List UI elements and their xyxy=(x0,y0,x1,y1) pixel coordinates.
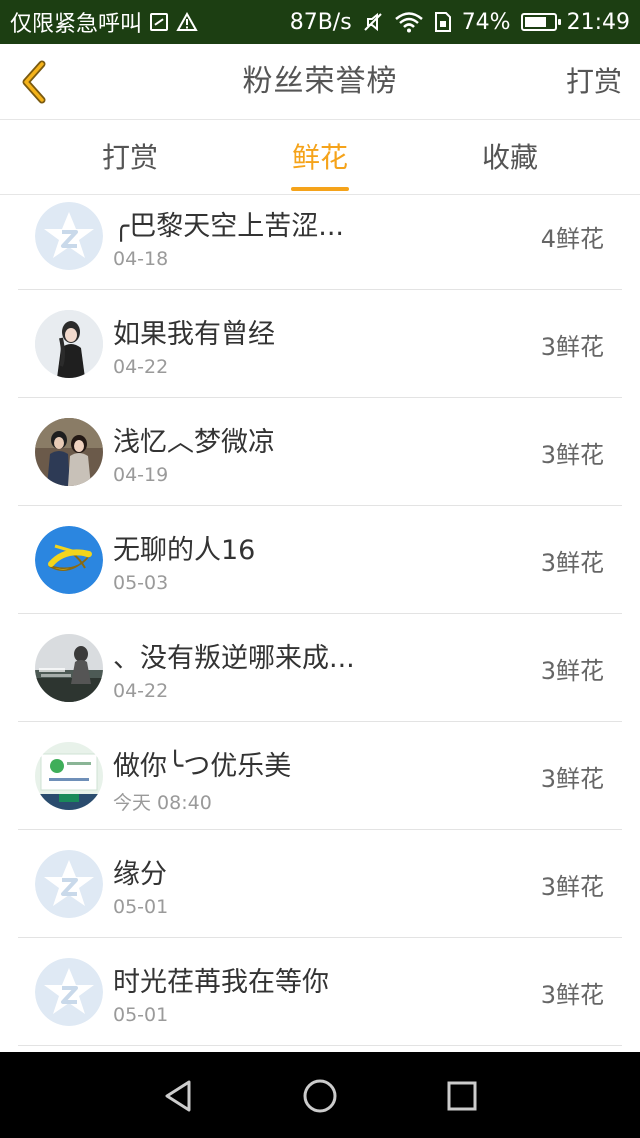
list-item[interactable]: ╭巴黎天空上苦涩... 04-18 4鲜花 xyxy=(18,196,622,290)
user-name: 、没有叛逆哪来成... xyxy=(113,643,355,674)
flower-count: 3鲜花 xyxy=(540,873,604,901)
flower-count: 3鲜花 xyxy=(540,333,604,361)
flower-count: 3鲜花 xyxy=(540,765,604,793)
date-text: 05-03 xyxy=(113,572,169,594)
battery-text: 74% xyxy=(461,9,511,35)
list-item[interactable]: 缘分 05-01 3鲜花 xyxy=(18,830,622,938)
mute-icon xyxy=(362,11,384,33)
avatar-default-icon xyxy=(35,202,103,270)
avatar-banana-bow-icon xyxy=(35,526,103,594)
back-triangle-icon xyxy=(165,1080,191,1112)
avatar-photo xyxy=(35,310,103,378)
fan-ranking-list[interactable]: ╭巴黎天空上苦涩... 04-18 4鲜花 如果我有曾经 04-22 3鲜花 浅… xyxy=(0,196,640,1052)
date-text: 05-01 xyxy=(113,896,169,918)
status-bar: 仅限紧急呼叫 87B/s 74% 21:49 xyxy=(0,0,640,44)
image-icon xyxy=(150,13,169,31)
avatar-photo xyxy=(35,634,103,702)
user-name: 时光荏苒我在等你 xyxy=(113,967,329,998)
network-speed: 87B/s xyxy=(289,9,352,35)
sim-icon xyxy=(434,11,452,33)
flower-count: 3鲜花 xyxy=(540,657,604,685)
tab-flowers[interactable]: 鲜花 xyxy=(260,121,380,195)
active-tab-indicator xyxy=(291,187,349,191)
battery-icon xyxy=(520,13,561,31)
avatar-photo xyxy=(35,418,103,486)
user-name: 浅忆︿梦微凉 xyxy=(113,427,275,458)
chevron-left-icon xyxy=(22,60,46,104)
date-text: 04-22 xyxy=(113,356,169,378)
flower-count: 3鲜花 xyxy=(540,981,604,1009)
nav-recents-button[interactable] xyxy=(440,1074,484,1118)
date-text: 今天 08:40 xyxy=(113,792,212,814)
back-button[interactable] xyxy=(14,58,54,106)
tab-label: 收藏 xyxy=(481,141,538,174)
avatar-default-icon xyxy=(35,958,103,1026)
home-circle-icon xyxy=(303,1079,337,1113)
flower-count: 3鲜花 xyxy=(540,441,604,469)
user-name: ╭巴黎天空上苦涩... xyxy=(113,211,345,242)
list-item[interactable]: 时光荏苒我在等你 05-01 3鲜花 xyxy=(18,938,622,1046)
date-text: 04-22 xyxy=(113,680,169,702)
tab-favorites[interactable]: 收藏 xyxy=(450,121,570,195)
tab-label: 打赏 xyxy=(101,141,158,174)
recents-square-icon xyxy=(447,1081,477,1111)
avatar-default-icon xyxy=(35,850,103,918)
flower-count: 4鲜花 xyxy=(540,225,604,253)
avatar-photo xyxy=(35,742,103,810)
system-nav-bar xyxy=(0,1052,640,1138)
user-name: 做你╰つ优乐美 xyxy=(113,751,292,782)
nav-home-button[interactable] xyxy=(298,1074,342,1118)
tab-reward[interactable]: 打赏 xyxy=(70,121,190,195)
date-text: 04-18 xyxy=(113,248,169,270)
tab-bar: 打赏 鲜花 收藏 xyxy=(0,121,640,195)
nav-back-button[interactable] xyxy=(156,1074,200,1118)
page-title: 粉丝荣誉榜 xyxy=(242,64,398,99)
flower-count: 3鲜花 xyxy=(540,549,604,577)
date-text: 05-01 xyxy=(113,1004,169,1026)
list-item[interactable]: 做你╰つ优乐美 今天 08:40 3鲜花 xyxy=(18,722,622,830)
clock: 21:49 xyxy=(566,9,630,35)
header: 粉丝荣誉榜 打赏 xyxy=(0,44,640,120)
user-name: 无聊的人16 xyxy=(113,535,256,566)
user-name: 缘分 xyxy=(113,859,167,890)
date-text: 04-19 xyxy=(113,464,169,486)
carrier-text: 仅限紧急呼叫 xyxy=(10,12,143,37)
wifi-icon xyxy=(394,11,424,33)
list-item[interactable]: 无聊的人16 05-03 3鲜花 xyxy=(18,506,622,614)
tab-label: 鲜花 xyxy=(291,141,348,174)
reward-button[interactable]: 打赏 xyxy=(566,44,622,120)
list-item[interactable]: 、没有叛逆哪来成... 04-22 3鲜花 xyxy=(18,614,622,722)
list-item[interactable]: 如果我有曾经 04-22 3鲜花 xyxy=(18,290,622,398)
warning-icon xyxy=(176,12,198,32)
user-name: 如果我有曾经 xyxy=(113,319,275,350)
list-item[interactable]: 浅忆︿梦微凉 04-19 3鲜花 xyxy=(18,398,622,506)
